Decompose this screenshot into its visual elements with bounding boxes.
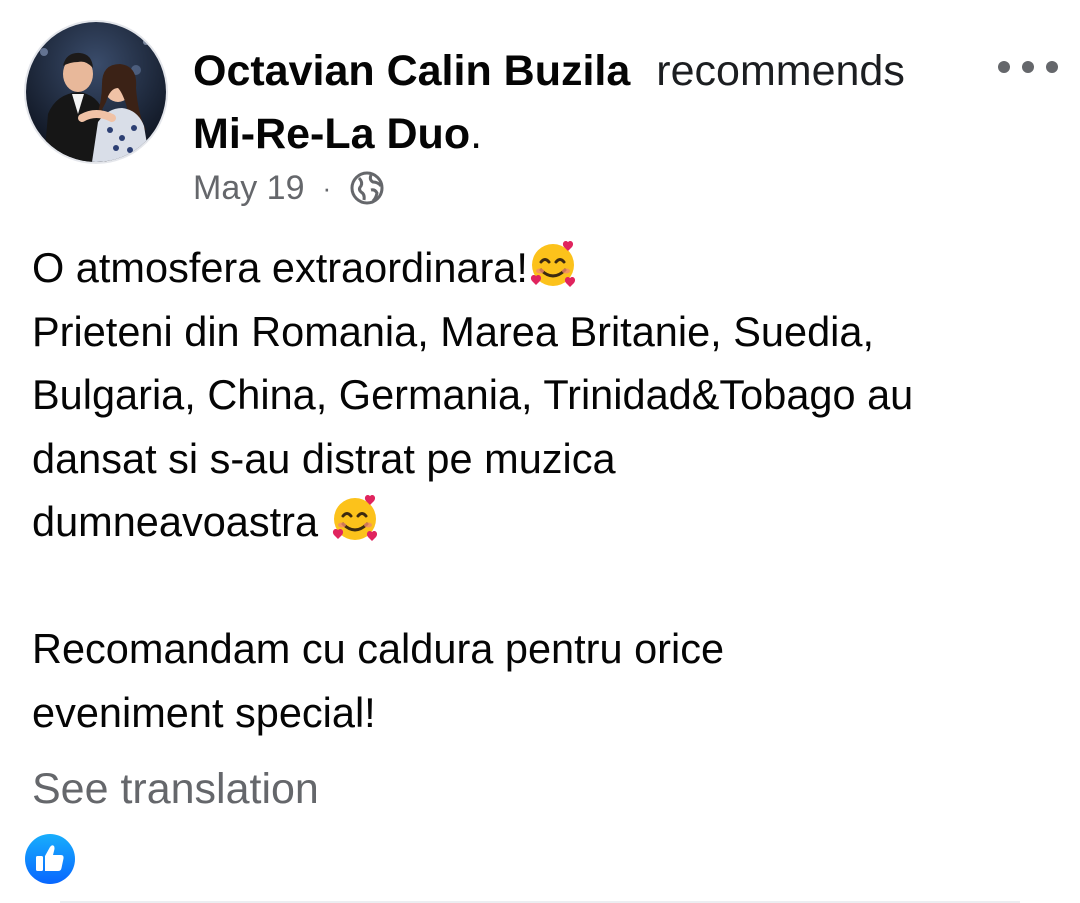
post-header: Octavian Calin Buzila recommends <box>193 46 905 96</box>
post-line: Prieteni din Romania, Marea Britanie, Su… <box>32 307 874 355</box>
more-options-icon[interactable] <box>998 52 1058 82</box>
recommended-page: Mi-Re-La Duo. <box>193 109 482 159</box>
like-icon[interactable] <box>24 833 76 885</box>
post-line-text: dumneavoastra <box>32 498 330 545</box>
more-dot <box>1046 61 1058 73</box>
avatar[interactable] <box>26 22 166 162</box>
author-name[interactable]: Octavian Calin Buzila <box>193 47 630 95</box>
smiling-face-with-hearts-icon <box>528 238 580 290</box>
post-line: O atmosfera extraordinara! <box>32 236 1062 300</box>
post-line: Bulgaria, China, Germania, Trinidad&Toba… <box>32 371 914 418</box>
page-name-link[interactable]: Mi-Re-La Duo <box>193 110 470 158</box>
post-blank-line <box>32 554 1062 618</box>
post-date[interactable]: May 19 <box>193 168 305 208</box>
post-line-text: O atmosfera extraordinara! <box>32 244 528 291</box>
post-line: Recomandam cu caldura pentru orice <box>32 625 725 672</box>
post-text: O atmosfera extraordinara! Prieteni din … <box>32 236 1062 744</box>
post-line: dumneavoastra <box>32 490 1062 554</box>
post-line: dansat si s-au distrat pe muzica <box>32 434 616 482</box>
more-dot <box>1022 61 1034 73</box>
see-translation-link[interactable]: See translation <box>32 764 319 814</box>
post-meta: May 19 · <box>193 168 385 208</box>
page-name-suffix: . <box>470 110 483 158</box>
globe-icon[interactable] <box>349 170 385 206</box>
meta-separator: · <box>322 173 332 203</box>
more-dot <box>998 61 1010 73</box>
action-text: recommends <box>656 47 905 95</box>
smiling-face-with-hearts-icon <box>330 492 382 544</box>
post-line: eveniment special! <box>32 688 376 736</box>
